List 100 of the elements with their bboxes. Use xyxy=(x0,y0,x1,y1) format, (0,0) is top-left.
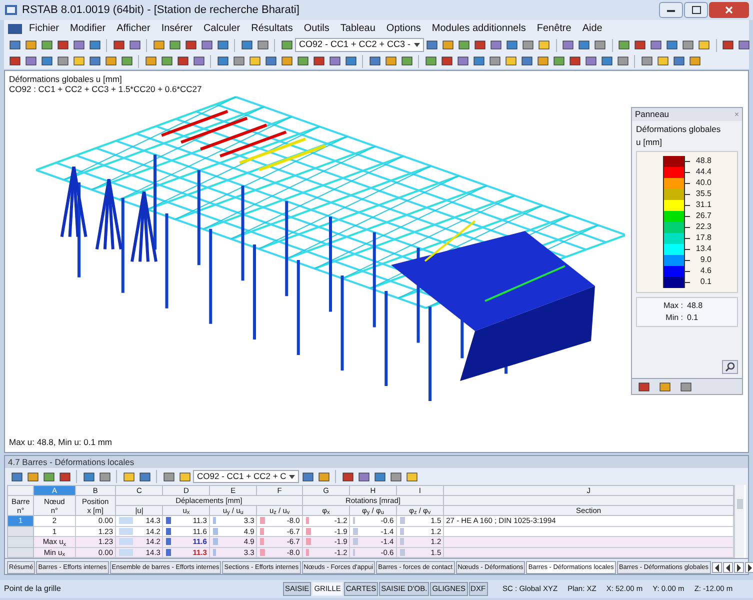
toolbar-button[interactable] xyxy=(327,54,342,68)
menu-item[interactable]: Fichier xyxy=(24,21,64,36)
toolbar-button[interactable] xyxy=(599,54,614,68)
toolbar-button[interactable] xyxy=(639,54,654,68)
minimize-button[interactable] xyxy=(659,2,683,18)
toolbar-button[interactable] xyxy=(215,54,230,68)
toolbar-button[interactable] xyxy=(696,38,712,52)
toolbar-button[interactable] xyxy=(456,38,472,52)
toolbar-button[interactable] xyxy=(680,38,696,52)
menu-item[interactable]: Aide xyxy=(577,21,608,36)
menu-item[interactable]: Tableau xyxy=(335,21,380,36)
toolbar-button[interactable] xyxy=(143,54,158,68)
toolbar-button[interactable] xyxy=(399,54,414,68)
menu-item[interactable]: Résultats xyxy=(246,21,298,36)
toolbar-button[interactable] xyxy=(183,38,198,52)
toolbar-button[interactable] xyxy=(560,38,576,52)
toolbar-button[interactable] xyxy=(55,54,70,68)
toolbar-button[interactable] xyxy=(592,38,608,52)
menu-item[interactable]: Fenêtre xyxy=(532,21,576,36)
toolbar-button[interactable] xyxy=(343,54,358,68)
menu-item[interactable]: Insérer xyxy=(156,21,198,36)
toolbar-button[interactable] xyxy=(535,54,550,68)
toolbar-button[interactable] xyxy=(239,38,254,52)
toolbar-button[interactable] xyxy=(199,38,214,52)
toolbar-button[interactable] xyxy=(175,54,190,68)
toolbar-button[interactable] xyxy=(191,54,206,68)
toolbar-button[interactable] xyxy=(567,54,582,68)
scrollbar[interactable] xyxy=(734,485,744,558)
toolbar-button[interactable] xyxy=(231,54,246,68)
toolbar-button[interactable] xyxy=(736,38,752,52)
menu-item[interactable]: Options xyxy=(381,21,426,36)
zoom-button[interactable] xyxy=(722,360,738,374)
toolbar-button[interactable] xyxy=(439,54,454,68)
toolbar-button[interactable] xyxy=(648,38,664,52)
toolbar-button[interactable] xyxy=(720,38,736,52)
toolbar-button[interactable] xyxy=(551,54,566,68)
toolbar-button[interactable] xyxy=(119,54,134,68)
toolbar-button[interactable] xyxy=(504,38,520,52)
toolbar-button[interactable] xyxy=(279,54,294,68)
toolbar-button[interactable] xyxy=(655,54,670,68)
toolbar-button[interactable] xyxy=(671,54,686,68)
toolbar-button[interactable] xyxy=(488,38,504,52)
combination-dropdown[interactable]: CO92 - CC1 + CC2 + C xyxy=(193,470,300,483)
toolbar-button[interactable] xyxy=(423,54,438,68)
toolbar-button[interactable] xyxy=(664,38,680,52)
menu-item[interactable]: Calculer xyxy=(198,21,246,36)
toolbar-button[interactable] xyxy=(424,38,440,52)
toolbar-button[interactable] xyxy=(311,54,326,68)
toolbar-button[interactable] xyxy=(471,54,486,68)
toolbar-button[interactable] xyxy=(127,38,142,52)
toolbar-button[interactable] xyxy=(487,54,502,68)
toolbar-button[interactable] xyxy=(263,54,278,68)
toolbar-button[interactable] xyxy=(71,38,86,52)
toolbar-button[interactable] xyxy=(383,54,398,68)
toolbar-button[interactable] xyxy=(167,38,182,52)
toolbar-button[interactable] xyxy=(23,54,38,68)
menu-item[interactable]: Modifier xyxy=(65,21,111,36)
tab-scroll-button[interactable] xyxy=(734,562,744,573)
menu-item[interactable]: Modules additionnels xyxy=(426,21,531,36)
tab-scroll-button[interactable] xyxy=(712,562,722,573)
toolbar-button[interactable] xyxy=(39,54,54,68)
toolbar-button[interactable] xyxy=(616,38,632,52)
toolbar-button[interactable] xyxy=(7,38,22,52)
toolbar-button[interactable] xyxy=(583,54,598,68)
tab-scroll-button[interactable] xyxy=(722,562,733,573)
close-button[interactable] xyxy=(709,2,749,18)
toolbar-button[interactable] xyxy=(687,54,702,68)
tab-scroll-button[interactable] xyxy=(744,562,753,573)
toolbar-button[interactable] xyxy=(536,38,552,52)
toolbar-button[interactable] xyxy=(519,54,534,68)
toolbar-button[interactable] xyxy=(111,38,126,52)
toolbar-button[interactable] xyxy=(440,38,456,52)
toolbar-button[interactable] xyxy=(472,38,488,52)
toolbar-button[interactable] xyxy=(576,38,592,52)
toolbar-button[interactable] xyxy=(632,38,648,52)
maximize-button[interactable] xyxy=(684,2,708,18)
combination-dropdown[interactable]: CO92 - CC1 + CC2 + CC3 - xyxy=(295,38,424,52)
toolbar-button[interactable] xyxy=(103,54,118,68)
toolbar-button[interactable] xyxy=(151,38,166,52)
toolbar-button[interactable] xyxy=(23,38,38,52)
toolbar-button[interactable] xyxy=(367,54,382,68)
legend-value: 40.0 xyxy=(694,177,712,189)
toolbar-button[interactable] xyxy=(255,38,270,52)
toolbar-button[interactable] xyxy=(39,38,54,52)
toolbar-button[interactable] xyxy=(455,54,470,68)
toolbar-button[interactable] xyxy=(503,54,518,68)
menu-item[interactable]: Afficher xyxy=(112,21,156,36)
toolbar-button[interactable] xyxy=(7,54,22,68)
toolbar-button[interactable] xyxy=(215,38,230,52)
toolbar-button[interactable] xyxy=(55,38,70,52)
toolbar-button[interactable] xyxy=(615,54,630,68)
toolbar-button[interactable] xyxy=(279,38,294,52)
toolbar-button[interactable] xyxy=(247,54,262,68)
toolbar-button[interactable] xyxy=(87,54,102,68)
toolbar-button[interactable] xyxy=(87,38,102,52)
toolbar-button[interactable] xyxy=(295,54,310,68)
toolbar-button[interactable] xyxy=(159,54,174,68)
toolbar-button[interactable] xyxy=(520,38,536,52)
menu-item[interactable]: Outils xyxy=(298,21,334,36)
toolbar-button[interactable] xyxy=(71,54,86,68)
